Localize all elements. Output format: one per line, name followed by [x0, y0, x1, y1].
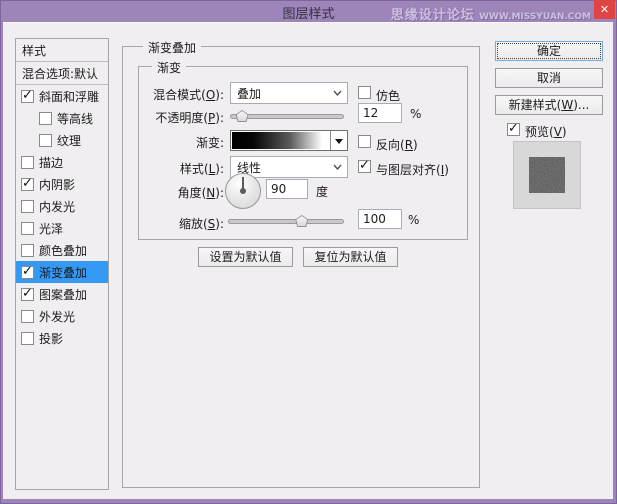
set-as-default-button[interactable]: 设置为默认值: [198, 247, 293, 267]
angle-label: 角度(N):: [177, 186, 224, 200]
opacity-label: 不透明度(P):: [155, 111, 224, 125]
sidebar-item-label: 光泽: [39, 221, 64, 236]
sidebar-item-label: 外发光: [39, 309, 76, 324]
angle-unit: 度: [316, 185, 329, 199]
scale-slider[interactable]: [228, 215, 344, 227]
sidebar-item-label: 渐变叠加: [39, 265, 88, 280]
chevron-down-icon: [333, 90, 342, 96]
style-preview-thumbnail: [513, 141, 581, 209]
watermark-name: 思缘设计论坛: [390, 8, 475, 23]
blend-mode-label: 混合模式(O):: [153, 88, 224, 102]
scale-input[interactable]: [358, 209, 402, 229]
opacity-unit: %: [410, 107, 422, 121]
chevron-down-icon: [333, 164, 342, 170]
sidebar-item-label: 样式: [22, 43, 47, 58]
checkbox[interactable]: [21, 286, 34, 301]
blend-mode-value: 叠加: [237, 86, 262, 101]
close-icon[interactable]: ✕: [594, 0, 615, 19]
reset-to-default-button[interactable]: 复位为默认值: [303, 247, 398, 267]
angle-input[interactable]: [266, 179, 308, 199]
sidebar-item-label: 混合选项:默认: [22, 66, 99, 81]
sidebar-item-color-overlay[interactable]: 颜色叠加: [16, 239, 108, 261]
gradient-label: 渐变:: [195, 136, 224, 150]
sidebar-item-pattern-overlay[interactable]: 图案叠加: [16, 283, 108, 305]
titlebar: 图层样式 思缘设计论坛 WWW.MISSYUAN.COM ✕: [0, 0, 617, 23]
preview-checkbox[interactable]: [507, 121, 520, 136]
sidebar-item-label: 投影: [39, 331, 64, 346]
pattern-swatch: [529, 157, 565, 193]
align-with-layer-checkbox[interactable]: [358, 158, 371, 173]
dither-checkbox[interactable]: [358, 86, 371, 99]
sidebar-item-outer-glow[interactable]: 外发光: [16, 305, 108, 327]
gradient-dropdown-button[interactable]: [330, 131, 347, 150]
scale-label: 缩放(S):: [178, 217, 224, 231]
gradient-preview[interactable]: [232, 132, 329, 149]
sidebar-item-label: 图案叠加: [39, 287, 88, 302]
sidebar-item-styles[interactable]: 样式: [16, 39, 108, 62]
gradient-subgroup-title: 渐变: [152, 59, 187, 76]
checkbox[interactable]: [21, 199, 34, 213]
checkbox[interactable]: [21, 309, 34, 323]
sidebar-item-label: 斜面和浮雕: [39, 89, 100, 104]
gradient-overlay-group-title: 渐变叠加: [143, 39, 202, 56]
checkbox[interactable]: [21, 331, 34, 345]
sidebar-item-label: 描边: [39, 155, 64, 170]
sidebar-item-label: 等高线: [57, 111, 94, 126]
dither-label: 仿色: [376, 89, 401, 103]
angle-dial[interactable]: [225, 173, 261, 209]
sidebar-item-label: 颜色叠加: [39, 243, 88, 258]
reverse-checkbox[interactable]: [358, 135, 371, 148]
sidebar-item-bevel-emboss[interactable]: 斜面和浮雕: [16, 85, 108, 107]
checkbox[interactable]: [39, 111, 52, 125]
watermark-url: WWW.MISSYUAN.COM: [478, 12, 591, 22]
ok-button[interactable]: 确定: [495, 41, 603, 61]
checkbox[interactable]: [21, 88, 34, 103]
layer-style-dialog: 图层样式 思缘设计论坛 WWW.MISSYUAN.COM ✕ 样式 混合选项:默…: [0, 0, 617, 504]
new-style-button[interactable]: 新建样式(W)...: [495, 95, 603, 115]
opacity-slider-thumb[interactable]: [235, 110, 249, 122]
sidebar-item-inner-glow[interactable]: 内发光: [16, 195, 108, 217]
sidebar-item-texture[interactable]: 纹理: [16, 129, 108, 151]
triangle-down-icon: [335, 138, 343, 148]
styles-list: 样式 混合选项:默认 斜面和浮雕 等高线 纹理 描边 内阴影 内发光: [15, 38, 109, 490]
checkbox[interactable]: [21, 221, 34, 235]
gradient-picker[interactable]: [230, 130, 348, 151]
opacity-slider[interactable]: [230, 110, 344, 122]
sidebar-item-label: 纹理: [57, 133, 82, 148]
cancel-button[interactable]: 取消: [495, 68, 603, 88]
checkbox[interactable]: [39, 133, 52, 147]
sidebar-item-gradient-overlay[interactable]: 渐变叠加: [16, 261, 108, 283]
checkbox[interactable]: [21, 243, 34, 257]
checkbox[interactable]: [21, 176, 34, 191]
checkbox[interactable]: [21, 264, 34, 279]
style-label: 样式(L):: [179, 162, 224, 176]
sidebar-item-satin[interactable]: 光泽: [16, 217, 108, 239]
scale-unit: %: [408, 213, 420, 227]
sidebar-item-inner-shadow[interactable]: 内阴影: [16, 173, 108, 195]
sidebar-item-stroke[interactable]: 描边: [16, 151, 108, 173]
scale-slider-track[interactable]: [228, 219, 344, 224]
preview-label: 预览(V): [525, 125, 567, 139]
blend-mode-select[interactable]: 叠加: [230, 82, 348, 104]
reverse-label: 反向(R): [376, 138, 418, 152]
sidebar-item-drop-shadow[interactable]: 投影: [16, 327, 108, 349]
sidebar-item-label: 内阴影: [39, 177, 76, 192]
watermark: 思缘设计论坛 WWW.MISSYUAN.COM: [391, 4, 591, 23]
checkbox[interactable]: [21, 155, 34, 169]
sidebar-item-label: 内发光: [39, 199, 76, 214]
scale-slider-thumb[interactable]: [295, 215, 309, 227]
align-with-layer-label: 与图层对齐(I): [376, 163, 449, 177]
angle-dial-hub: [240, 188, 246, 194]
sidebar-item-contour[interactable]: 等高线: [16, 107, 108, 129]
opacity-input[interactable]: [358, 103, 402, 123]
sidebar-item-blending-options[interactable]: 混合选项:默认: [16, 62, 108, 85]
